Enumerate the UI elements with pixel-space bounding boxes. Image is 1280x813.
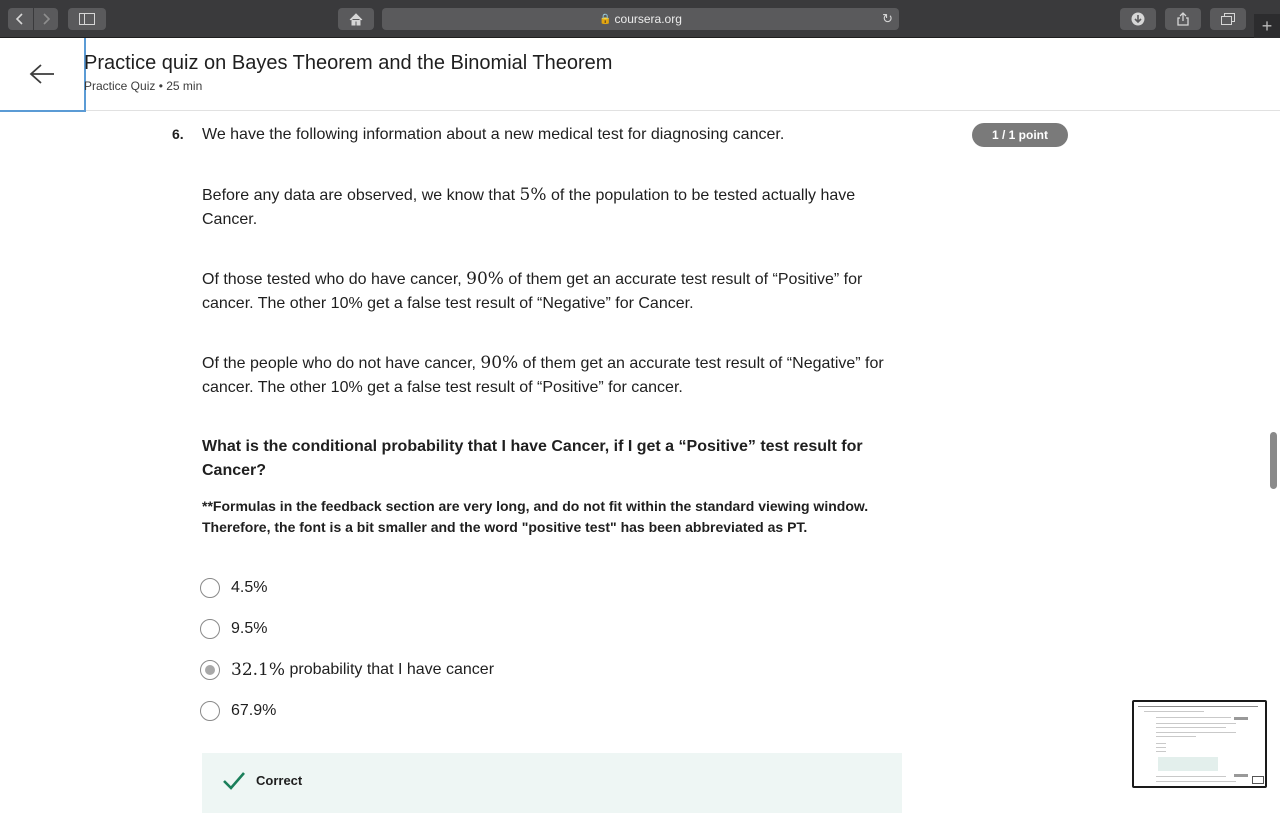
- paragraph-text: Of those tested who do have cancer,: [202, 271, 467, 288]
- answer-option[interactable]: 67.9%: [200, 700, 276, 722]
- home-icon[interactable]: [338, 8, 374, 30]
- address-bar[interactable]: 🔒 coursera.org ↻: [382, 8, 899, 30]
- formula-note: **Formulas in the feedback section are v…: [202, 498, 869, 535]
- answer-option-selected[interactable]: 32.1% probability that I have cancer: [200, 659, 494, 681]
- answer-option[interactable]: 9.5%: [200, 618, 267, 640]
- downloads-icon[interactable]: [1120, 8, 1156, 30]
- feedback-panel: Correct: [202, 753, 902, 813]
- paragraph-text: Before any data are observed, we know th…: [202, 187, 520, 204]
- question-paragraph-2: Of those tested who do have cancer, 90% …: [202, 267, 902, 316]
- url-text: coursera.org: [614, 12, 682, 26]
- points-badge: 1 / 1 point: [972, 123, 1068, 147]
- question-prompt: What is the conditional probability that…: [202, 438, 863, 479]
- paragraph-text: Of the people who do not have cancer,: [202, 355, 481, 372]
- option-math: 32.1%: [231, 660, 286, 680]
- arrow-left-icon: [29, 64, 54, 84]
- history-nav: [8, 8, 58, 30]
- question-intro: We have the following information about …: [202, 126, 785, 143]
- option-label: probability that I have cancer: [285, 661, 495, 678]
- sidebar-toggle-icon[interactable]: [68, 8, 106, 30]
- scrollbar-thumb[interactable]: [1270, 432, 1277, 489]
- lock-icon: 🔒: [599, 13, 612, 25]
- page-subtitle: Practice Quiz • 25 min: [84, 79, 203, 93]
- question-paragraph-3: Of the people who do not have cancer, 90…: [202, 351, 902, 400]
- browser-toolbar: 🔒 coursera.org ↻ +: [0, 0, 1280, 38]
- radio-button-selected[interactable]: [200, 660, 220, 680]
- quiz-header: Practice quiz on Bayes Theorem and the B…: [0, 38, 1280, 112]
- forward-nav-icon[interactable]: [34, 8, 59, 30]
- page-preview-thumbnail[interactable]: [1132, 700, 1267, 788]
- option-label: 67.9%: [231, 702, 277, 719]
- radio-button[interactable]: [200, 701, 220, 721]
- question-paragraph-1: Before any data are observed, we know th…: [202, 183, 902, 232]
- math-value: 5%: [519, 185, 547, 205]
- radio-button[interactable]: [200, 578, 220, 598]
- math-value: 90%: [480, 353, 519, 373]
- option-label: 9.5%: [231, 620, 268, 637]
- back-nav-icon[interactable]: [8, 8, 34, 30]
- answer-option[interactable]: 4.5%: [200, 577, 267, 599]
- option-label: 4.5%: [231, 579, 268, 596]
- checkmark-icon: [223, 772, 245, 790]
- math-value: 90%: [466, 269, 504, 289]
- page-title: Practice quiz on Bayes Theorem and the B…: [84, 52, 613, 74]
- feedback-status: Correct: [256, 773, 303, 788]
- question-number: 6.: [172, 126, 184, 142]
- reload-icon[interactable]: ↻: [882, 11, 893, 27]
- tabs-overview-icon[interactable]: [1210, 8, 1246, 30]
- new-tab-icon[interactable]: +: [1254, 14, 1280, 38]
- radio-button[interactable]: [200, 619, 220, 639]
- share-icon[interactable]: [1165, 8, 1201, 30]
- back-button[interactable]: [0, 38, 86, 112]
